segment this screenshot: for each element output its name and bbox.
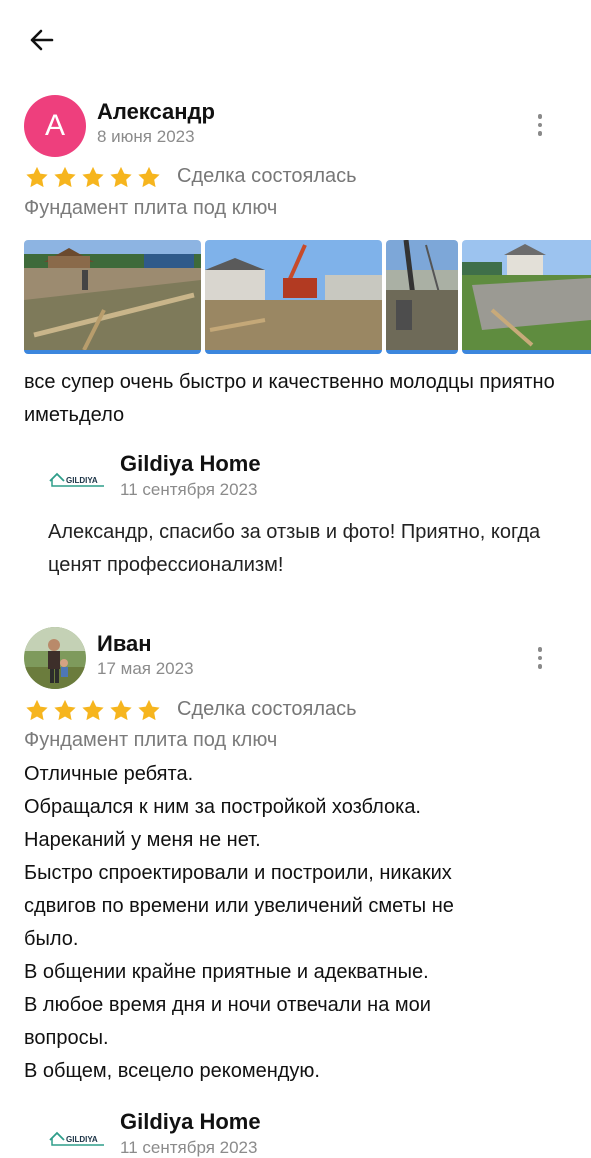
review-text-line: Отличные ребята. [24, 763, 194, 785]
back-button[interactable] [26, 24, 58, 56]
review-photo[interactable] [462, 240, 591, 354]
review-text: все супер очень быстро и качественно мол… [24, 371, 555, 426]
construction-photo [462, 240, 591, 350]
star-icon [138, 699, 160, 721]
review-text-line: Обращался к ним за постройкой хозблока. [24, 796, 421, 818]
company-logo[interactable]: GILDIYA [48, 466, 108, 490]
service-name: Фундамент плита под ключ [24, 729, 278, 751]
star-icon [26, 166, 48, 188]
star-icon [54, 166, 76, 188]
dot [537, 122, 543, 128]
review-date: 17 мая 2023 [97, 659, 194, 678]
dot [537, 655, 543, 661]
rating-stars [24, 698, 162, 723]
review-text-line: сдвигов по времени или увеличений сметы … [24, 895, 454, 917]
star-icon [26, 699, 48, 721]
review-text-line: В любое время дня и ночи отвечали на мои [24, 994, 431, 1016]
review-text: Отличные ребята. Обращался к ним за пост… [24, 758, 569, 1088]
review-photo[interactable] [24, 240, 201, 354]
construction-photo [205, 240, 382, 350]
dot [537, 647, 543, 652]
star-icon [82, 699, 104, 721]
avatar[interactable]: А [24, 95, 86, 157]
review-date: 8 июня 2023 [97, 127, 195, 146]
avatar[interactable] [24, 627, 86, 689]
star-icon [110, 166, 132, 188]
star-icon [54, 699, 76, 721]
review-text-line: Нареканий у меня не нет. [24, 829, 261, 851]
reviewer-name[interactable]: Александр [97, 99, 215, 125]
reviewer-name[interactable]: Иван [97, 631, 152, 657]
review-text-line: Быстро спроектировали и построили, никак… [24, 862, 452, 884]
rating-stars [24, 165, 162, 190]
logo-text: GILDIYA [66, 476, 98, 485]
deal-status: Сделка состоялась [177, 698, 357, 720]
review-text-line: было. [24, 928, 79, 950]
logo-text: GILDIYA [66, 1135, 98, 1144]
star-icon [110, 699, 132, 721]
star-icon [138, 166, 160, 188]
dot [537, 114, 543, 119]
more-options-button[interactable] [530, 641, 550, 675]
user-photo [24, 627, 86, 689]
review-photo[interactable] [386, 240, 458, 354]
company-name[interactable]: Gildiya Home [120, 451, 261, 477]
company-logo[interactable]: GILDIYA [48, 1125, 108, 1149]
star-icon [82, 166, 104, 188]
review-text-line: В общем, всецело рекомендую. [24, 1060, 320, 1082]
review-text-line: В общении крайне приятные и адекватные. [24, 961, 429, 983]
reply-text: Александр, спасибо за отзыв и фото! Прия… [48, 521, 541, 576]
company-name[interactable]: Gildiya Home [120, 1109, 261, 1135]
review-photo[interactable] [205, 240, 382, 354]
dot [537, 131, 543, 136]
construction-photo [386, 240, 458, 350]
service-name: Фундамент плита под ключ [24, 197, 278, 219]
reply-date: 11 сентября 2023 [120, 480, 258, 499]
dot [537, 664, 543, 669]
more-options-button[interactable] [530, 108, 550, 142]
reply-date: 11 сентября 2023 [120, 1138, 258, 1157]
arrow-left-icon [30, 29, 54, 51]
construction-photo [24, 240, 201, 350]
review-text-line: вопросы. [24, 1027, 109, 1049]
deal-status: Сделка состоялась [177, 165, 357, 187]
